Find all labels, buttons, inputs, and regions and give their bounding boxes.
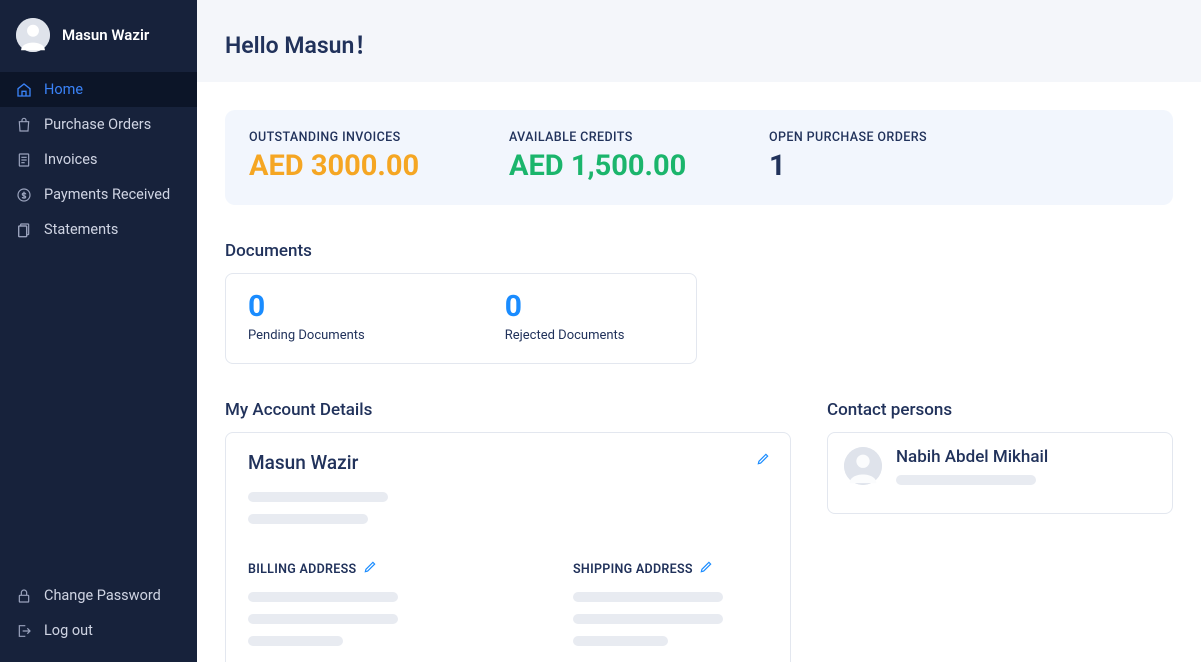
stat-available-credits: AVAILABLE CREDITS AED 1,500.00	[509, 130, 709, 183]
edit-shipping-button[interactable]	[699, 560, 713, 578]
nav-logout[interactable]: Log out	[0, 613, 197, 648]
billing-address-block: BILLING ADDRESS	[248, 560, 443, 658]
placeholder-line	[248, 514, 368, 524]
account-section-title: My Account Details	[225, 400, 791, 420]
invoice-icon	[16, 152, 32, 168]
shipping-address-label: SHIPPING ADDRESS	[573, 562, 693, 577]
stat-label: OPEN PURCHASE ORDERS	[769, 130, 969, 145]
nav-label: Payments Received	[44, 186, 170, 203]
placeholder-line	[573, 636, 668, 646]
placeholder-line	[573, 614, 723, 624]
contacts-section-title: Contact persons	[827, 400, 1173, 420]
nav-change-password[interactable]: Change Password	[0, 578, 197, 613]
account-card: Masun Wazir BILLING ADDRESS	[225, 432, 791, 662]
placeholder-line	[248, 492, 388, 502]
placeholder-line	[248, 592, 398, 602]
nav-home[interactable]: Home	[0, 72, 197, 107]
shipping-address-block: SHIPPING ADDRESS	[573, 560, 768, 658]
main-nav: Home Purchase Orders Invoices Payments R…	[0, 72, 197, 247]
bag-icon	[16, 117, 32, 133]
doc-label: Rejected Documents	[505, 328, 625, 343]
profile-section: Masun Wazir	[0, 0, 197, 72]
rejected-documents: 0 Rejected Documents	[505, 292, 625, 343]
nav-invoices[interactable]: Invoices	[0, 142, 197, 177]
dollar-icon	[16, 187, 32, 203]
stat-open-purchase-orders: OPEN PURCHASE ORDERS 1	[769, 130, 969, 183]
nav-payments-received[interactable]: Payments Received	[0, 177, 197, 212]
billing-address-label: BILLING ADDRESS	[248, 562, 357, 577]
placeholder-line	[248, 614, 398, 624]
account-name: Masun Wazir	[248, 451, 768, 474]
doc-value: 0	[505, 292, 625, 322]
doc-label: Pending Documents	[248, 328, 365, 343]
nav-purchase-orders[interactable]: Purchase Orders	[0, 107, 197, 142]
stat-label: OUTSTANDING INVOICES	[249, 130, 449, 145]
content-area: OUTSTANDING INVOICES AED 3000.00 AVAILAB…	[197, 82, 1201, 662]
pending-documents: 0 Pending Documents	[248, 292, 365, 343]
nav-label: Log out	[44, 622, 93, 639]
doc-value: 0	[248, 292, 365, 322]
documents-section-title: Documents	[225, 241, 1173, 261]
nav-label: Purchase Orders	[44, 116, 151, 133]
logout-icon	[16, 623, 32, 639]
stat-label: AVAILABLE CREDITS	[509, 130, 709, 145]
edit-billing-button[interactable]	[363, 560, 377, 578]
nav-label: Home	[44, 81, 83, 98]
home-icon	[16, 82, 32, 98]
profile-avatar	[16, 18, 50, 52]
statements-icon	[16, 222, 32, 238]
stats-card: OUTSTANDING INVOICES AED 3000.00 AVAILAB…	[225, 110, 1173, 205]
stat-value: AED 3000.00	[249, 149, 449, 183]
sidebar: Masun Wazir Home Purchase Orders Invoice…	[0, 0, 197, 662]
edit-account-button[interactable]	[756, 451, 770, 470]
page-title: Hello Masun！	[225, 26, 1173, 60]
profile-name: Masun Wazir	[62, 26, 149, 44]
contact-avatar	[844, 447, 882, 485]
contact-name: Nabih Abdel Mikhail	[896, 447, 1048, 467]
stat-value: 1	[769, 149, 969, 183]
bottom-nav: Change Password Log out	[0, 578, 197, 662]
contact-card: Nabih Abdel Mikhail	[827, 432, 1173, 514]
stat-outstanding-invoices: OUTSTANDING INVOICES AED 3000.00	[249, 130, 449, 183]
main-content: Hello Masun！ OUTSTANDING INVOICES AED 30…	[197, 0, 1201, 662]
nav-statements[interactable]: Statements	[0, 212, 197, 247]
page-header: Hello Masun！	[197, 0, 1201, 82]
placeholder-line	[248, 636, 343, 646]
placeholder-line	[896, 475, 1036, 485]
placeholder-line	[573, 592, 723, 602]
nav-label: Change Password	[44, 587, 161, 604]
nav-label: Invoices	[44, 151, 97, 168]
stat-value: AED 1,500.00	[509, 149, 709, 183]
documents-card: 0 Pending Documents 0 Rejected Documents	[225, 273, 697, 364]
lock-icon	[16, 588, 32, 604]
nav-label: Statements	[44, 221, 118, 238]
